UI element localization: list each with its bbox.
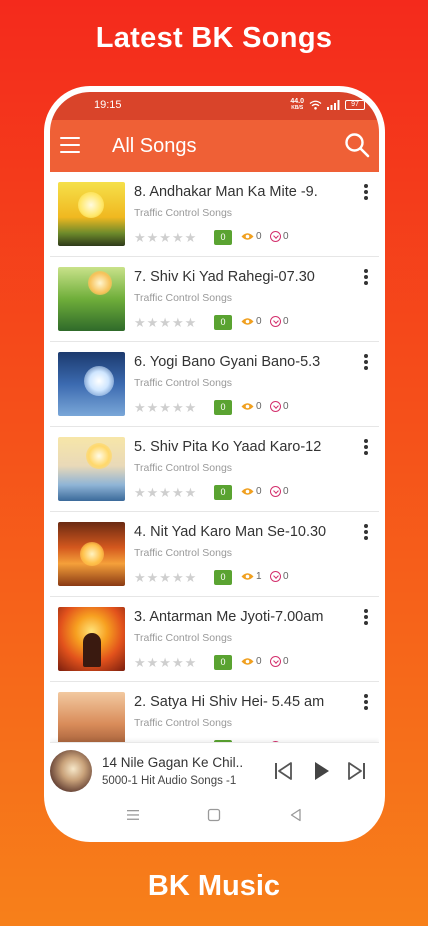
song-album: Traffic Control Songs <box>134 717 233 729</box>
downloads-count: 0 <box>270 571 289 582</box>
skip-next-icon[interactable] <box>346 760 368 782</box>
recents-icon[interactable] <box>126 808 140 822</box>
wifi-icon <box>309 100 322 110</box>
song-thumbnail <box>58 692 125 742</box>
views-count: 0 <box>241 231 262 242</box>
song-thumbnail <box>58 267 125 331</box>
list-item[interactable]: 6. Yogi Bano Gyani Bano-5.3 Traffic Cont… <box>50 342 379 427</box>
eye-icon <box>241 658 254 665</box>
rating-badge: 0 <box>214 400 232 415</box>
rating-stars[interactable]: ★★★★★ <box>134 315 197 331</box>
player-artwork <box>50 750 92 792</box>
song-album: Traffic Control Songs <box>134 292 233 304</box>
song-title: 3. Antarman Me Jyoti-7.00am <box>134 609 324 625</box>
downloads-count: 0 <box>270 231 289 242</box>
player-subtitle: 5000-1 Hit Audio Songs -1 <box>102 775 237 787</box>
download-circle-icon <box>270 231 281 242</box>
system-nav-bar <box>50 798 379 836</box>
eye-icon <box>241 573 254 580</box>
eye-icon <box>241 318 254 325</box>
song-album: Traffic Control Songs <box>134 462 233 474</box>
rating-stars[interactable]: ★★★★★ <box>134 485 197 501</box>
app-screen: 19:15 44.0 KB/S 97 All Songs 8. Andhakar… <box>50 92 379 836</box>
song-title: 5. Shiv Pita Ko Yaad Karo-12 <box>134 439 322 455</box>
signal-icon <box>327 100 340 110</box>
song-thumbnail <box>58 352 125 416</box>
eye-icon <box>241 403 254 410</box>
rating-badge: 0 <box>214 315 232 330</box>
network-speed: 44.0 KB/S <box>290 98 304 111</box>
list-item[interactable]: 2. Satya Hi Shiv Hei- 5.45 am Traffic Co… <box>50 682 379 742</box>
song-album: Traffic Control Songs <box>134 207 233 219</box>
rating-badge: 0 <box>214 230 232 245</box>
more-vertical-icon[interactable] <box>362 354 370 372</box>
song-title: 7. Shiv Ki Yad Rahegi-07.30 <box>134 269 315 285</box>
promo-footer: BK Music <box>147 870 281 902</box>
download-circle-icon <box>270 316 281 327</box>
more-vertical-icon[interactable] <box>362 269 370 287</box>
song-title: 8. Andhakar Man Ka Mite -9. <box>134 184 318 200</box>
rating-stars[interactable]: ★★★★★ <box>134 230 197 246</box>
song-list: 8. Andhakar Man Ka Mite -9. Traffic Cont… <box>50 172 379 742</box>
views-count: 0 <box>241 656 262 667</box>
song-thumbnail <box>58 182 125 246</box>
song-thumbnail <box>58 437 125 501</box>
list-item[interactable]: 8. Andhakar Man Ka Mite -9. Traffic Cont… <box>50 172 379 257</box>
rating-stars[interactable]: ★★★★★ <box>134 570 197 586</box>
search-icon[interactable] <box>344 132 370 158</box>
more-vertical-icon[interactable] <box>362 694 370 712</box>
rating-badge: 0 <box>214 570 232 585</box>
page-title: All Songs <box>112 135 197 157</box>
views-count: 0 <box>241 401 262 412</box>
battery-icon: 97 <box>345 100 365 110</box>
song-album: Traffic Control Songs <box>134 632 233 644</box>
skip-previous-icon[interactable] <box>272 760 294 782</box>
download-circle-icon <box>270 571 281 582</box>
views-count: 0 <box>241 486 262 497</box>
eye-icon <box>241 233 254 240</box>
app-bar: All Songs <box>50 120 379 172</box>
back-icon[interactable] <box>289 808 303 822</box>
song-album: Traffic Control Songs <box>134 547 233 559</box>
views-count: 1 <box>241 571 262 582</box>
status-bar: 19:15 44.0 KB/S 97 <box>50 92 379 120</box>
eye-icon <box>241 488 254 495</box>
status-time: 19:15 <box>94 99 122 111</box>
phone-frame: 19:15 44.0 KB/S 97 All Songs 8. Andhakar… <box>44 86 385 842</box>
downloads-count: 0 <box>270 401 289 412</box>
song-title: 2. Satya Hi Shiv Hei- 5.45 am <box>134 694 325 710</box>
home-icon[interactable] <box>207 808 221 822</box>
more-vertical-icon[interactable] <box>362 439 370 457</box>
views-count: 0 <box>241 316 262 327</box>
song-title: 4. Nit Yad Karo Man Se-10.30 <box>134 524 327 540</box>
song-title: 6. Yogi Bano Gyani Bano-5.3 <box>134 354 321 370</box>
rating-badge: 0 <box>214 655 232 670</box>
downloads-count: 0 <box>270 486 289 497</box>
download-circle-icon <box>270 401 281 412</box>
list-item[interactable]: 4. Nit Yad Karo Man Se-10.30 Traffic Con… <box>50 512 379 597</box>
hamburger-icon[interactable] <box>60 137 80 153</box>
play-icon[interactable] <box>310 760 332 782</box>
downloads-count: 0 <box>270 316 289 327</box>
more-vertical-icon[interactable] <box>362 184 370 202</box>
list-item[interactable]: 5. Shiv Pita Ko Yaad Karo-12 Traffic Con… <box>50 427 379 512</box>
more-vertical-icon[interactable] <box>362 524 370 542</box>
mini-player[interactable]: 14 Nile Gagan Ke Chil.. 5000-1 Hit Audio… <box>50 742 379 798</box>
more-vertical-icon[interactable] <box>362 609 370 627</box>
downloads-count: 0 <box>270 656 289 667</box>
song-thumbnail <box>58 607 125 671</box>
rating-stars[interactable]: ★★★★★ <box>134 400 197 416</box>
song-album: Traffic Control Songs <box>134 377 233 389</box>
rating-badge: 0 <box>214 485 232 500</box>
status-indicators: 44.0 KB/S 97 <box>290 98 365 112</box>
promo-headline: Latest BK Songs <box>95 22 333 54</box>
download-circle-icon <box>270 486 281 497</box>
song-thumbnail <box>58 522 125 586</box>
list-item[interactable]: 7. Shiv Ki Yad Rahegi-07.30 Traffic Cont… <box>50 257 379 342</box>
download-circle-icon <box>270 656 281 667</box>
list-item[interactable]: 3. Antarman Me Jyoti-7.00am Traffic Cont… <box>50 597 379 682</box>
player-title: 14 Nile Gagan Ke Chil.. <box>102 755 244 770</box>
rating-stars[interactable]: ★★★★★ <box>134 655 197 671</box>
